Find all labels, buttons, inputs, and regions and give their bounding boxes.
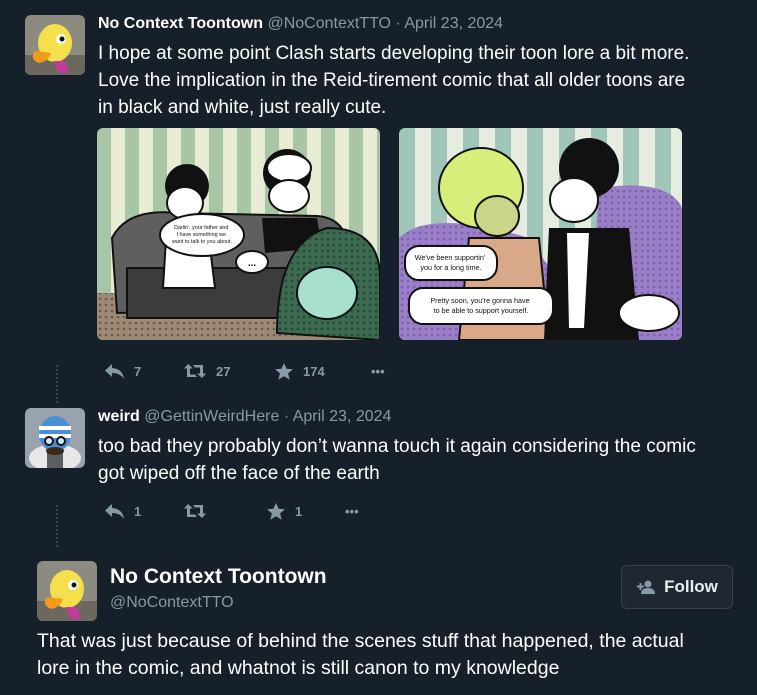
more-icon: ••• xyxy=(345,503,359,519)
author-name[interactable]: No Context Toontown xyxy=(98,15,263,32)
retweet-count: 27 xyxy=(216,363,231,379)
tweet-text: too bad they probably don’t wanna touch … xyxy=(98,436,696,484)
like-count: 174 xyxy=(303,363,325,379)
more-button[interactable]: ••• xyxy=(345,499,359,523)
reply-button[interactable]: 1 xyxy=(103,499,141,523)
tweet-date[interactable]: · April 23, 2024 xyxy=(395,15,503,32)
tweet-actions: 1 1 ••• xyxy=(103,499,403,523)
avatar[interactable] xyxy=(37,561,97,621)
like-icon xyxy=(275,362,293,380)
author-handle[interactable]: @NoContextTTO xyxy=(267,15,391,32)
follow-label: Follow xyxy=(664,577,718,596)
reply-icon xyxy=(105,504,124,519)
tweet-2[interactable]: weird @GettinWeirdHere · April 23, 2024 … xyxy=(0,395,757,535)
author-handle[interactable]: @GettinWeirdHere xyxy=(144,408,279,425)
speech-bubble-text: We've been supportin' you for a long tim… xyxy=(415,253,488,272)
retweet-icon xyxy=(184,364,206,378)
reply-button[interactable]: 7 xyxy=(103,359,141,383)
speech-bubble-dots: ... xyxy=(248,258,257,269)
like-icon xyxy=(267,502,285,520)
tweet-date[interactable]: · April 23, 2024 xyxy=(284,408,392,425)
like-button[interactable]: 174 xyxy=(274,359,325,383)
retweet-button[interactable] xyxy=(183,499,216,523)
avatar[interactable] xyxy=(25,408,85,468)
retweet-button[interactable]: 27 xyxy=(183,359,230,383)
tweet-text: That was just because of behind the scen… xyxy=(37,630,684,679)
author-name[interactable]: weird xyxy=(98,408,140,425)
like-button[interactable]: 1 xyxy=(266,499,302,523)
more-icon: ••• xyxy=(371,363,385,379)
follow-person-icon xyxy=(637,580,656,594)
author-handle[interactable]: @NoContextTTO xyxy=(110,594,234,612)
retweet-icon xyxy=(184,504,206,518)
speech-bubble-text: Pretty soon, you're gonna have to be abl… xyxy=(430,296,531,315)
reply-count: 7 xyxy=(134,363,142,379)
avatar[interactable] xyxy=(25,15,85,75)
like-count: 1 xyxy=(295,503,303,519)
follow-button[interactable]: Follow xyxy=(621,565,733,609)
tweet-actions: 7 27 174 ••• xyxy=(103,359,403,383)
reply-icon xyxy=(105,364,124,379)
reply-count: 1 xyxy=(134,503,142,519)
tweet-text: I hope at some point Clash starts develo… xyxy=(98,43,690,118)
speech-bubble-text: Darlin', your father and I have somethin… xyxy=(171,225,232,245)
author-name[interactable]: No Context Toontown xyxy=(110,565,327,589)
media-image-2[interactable]: We've been supportin' you for a long tim… xyxy=(399,128,682,340)
tweet-1[interactable]: No Context Toontown @NoContextTTO · Apri… xyxy=(0,0,757,395)
media-image-1[interactable]: Darlin', your father and I have somethin… xyxy=(97,128,380,340)
more-button[interactable]: ••• xyxy=(371,359,385,383)
